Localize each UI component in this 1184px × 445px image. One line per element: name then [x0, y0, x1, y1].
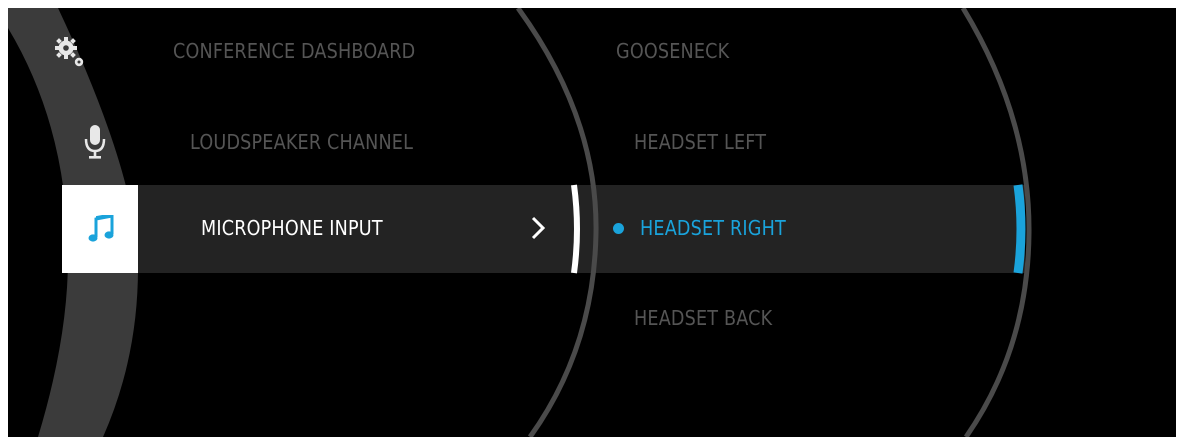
device-screen-frame: CONFERENCE DASHBOARD LOUDSPEAKER CHANNEL… — [0, 0, 1184, 445]
submenu-item-headset-left[interactable]: HEADSET LEFT — [634, 130, 766, 154]
active-arc-highlight — [571, 184, 580, 274]
menu-item-microphone-input[interactable]: MICROPHONE INPUT — [201, 216, 383, 240]
submenu-item-headset-right[interactable]: HEADSET RIGHT — [640, 216, 786, 240]
selected-arc-highlight — [1013, 184, 1026, 274]
chevron-right-icon — [528, 215, 550, 241]
music-note-icon[interactable] — [88, 213, 114, 245]
menu-screen: CONFERENCE DASHBOARD LOUDSPEAKER CHANNEL… — [8, 8, 1176, 437]
menu-item-loudspeaker-channel[interactable]: LOUDSPEAKER CHANNEL — [190, 130, 413, 154]
submenu-item-headset-back[interactable]: HEADSET BACK — [634, 306, 772, 330]
selected-dot-icon — [613, 223, 624, 234]
submenu-item-gooseneck[interactable]: GOOSENECK — [616, 39, 729, 63]
gears-icon[interactable] — [54, 35, 88, 71]
microphone-icon[interactable] — [84, 123, 106, 161]
menu-item-conference-dashboard[interactable]: CONFERENCE DASHBOARD — [173, 39, 415, 63]
menu-arcs — [8, 8, 1032, 437]
